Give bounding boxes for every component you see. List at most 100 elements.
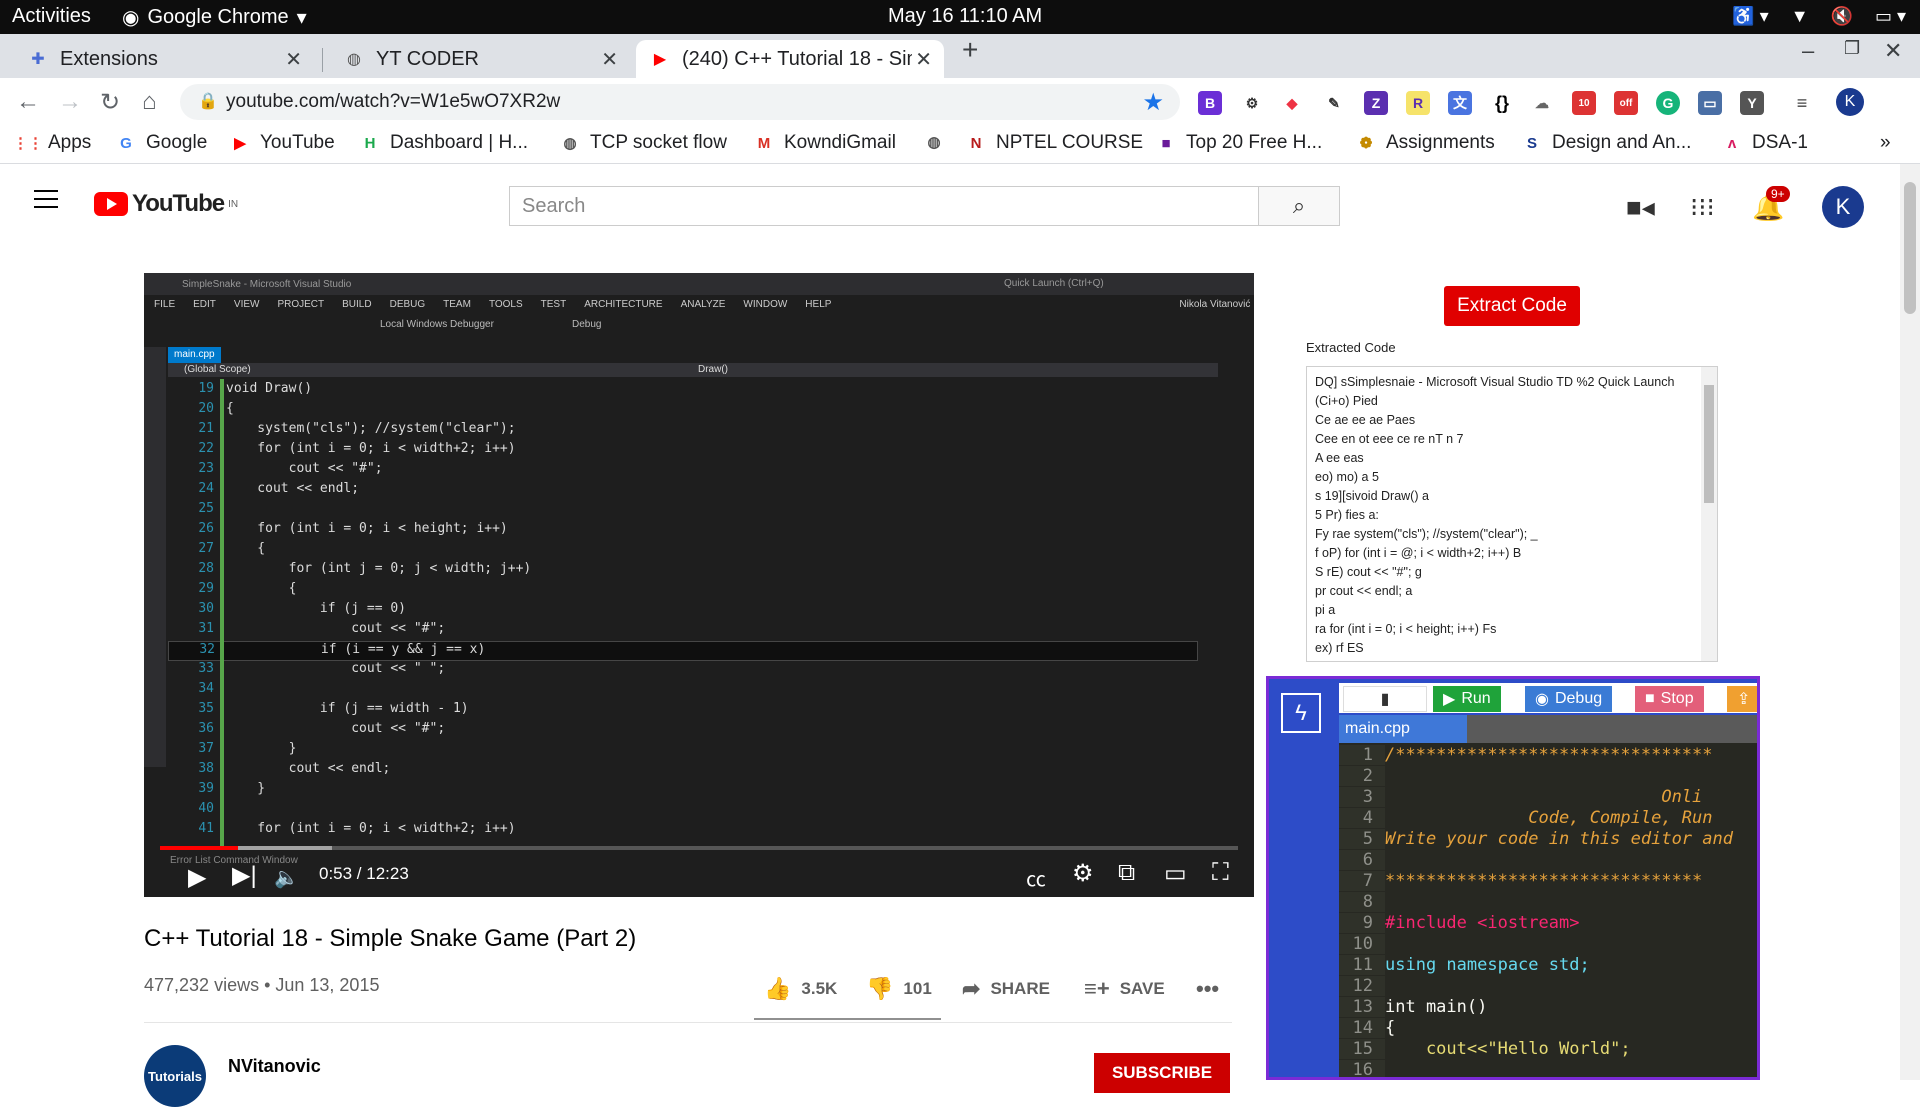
extension-y-icon[interactable]: Y <box>1740 91 1764 115</box>
menu-icon[interactable] <box>34 190 58 214</box>
media-queue-icon[interactable]: ≡ <box>1790 91 1814 115</box>
address-bar[interactable]: 🔒 youtube.com/watch?v=W1e5wO7XR2w ★ <box>180 84 1180 120</box>
lock-icon[interactable]: 🔒 <box>198 91 218 111</box>
extension-off-icon[interactable]: off <box>1614 91 1638 115</box>
hackerrank-icon: H <box>364 134 376 152</box>
youtube-logo[interactable]: YouTube IN <box>94 190 238 218</box>
play-icon[interactable]: ▶ <box>188 863 206 892</box>
bookmark-google[interactable]: G Google <box>116 132 207 154</box>
json-braces-icon[interactable]: {} <box>1490 91 1514 115</box>
extracted-line: pr cout << endl; a <box>1315 584 1413 598</box>
extract-code-button[interactable]: Extract Code <box>1444 286 1580 326</box>
video-progress-bar[interactable] <box>160 846 1238 850</box>
next-video-icon[interactable]: ▶| <box>232 861 257 890</box>
share-button[interactable]: ➦ SHARE <box>962 976 1050 1002</box>
extension-screen-icon[interactable]: ▭ <box>1698 91 1722 115</box>
forward-icon[interactable]: → <box>58 88 82 116</box>
save-button[interactable]: ≡+ SAVE <box>1084 976 1165 1002</box>
page-scrollbar[interactable] <box>1900 164 1920 1080</box>
system-tray[interactable]: ♿ ▾ ▼ 🔇 ▭ ▾ <box>1732 6 1906 27</box>
apps-grid-icon[interactable]: ⁝⁝⁝ <box>1690 192 1715 223</box>
channel-avatar[interactable]: Tutorials <box>144 1045 206 1107</box>
bookmark-top20[interactable]: ■ Top 20 Free H... <box>1156 132 1322 154</box>
bookmark-youtube[interactable]: ▶ YouTube <box>230 132 334 154</box>
scrollbar-thumb[interactable] <box>1704 385 1714 503</box>
video-player[interactable]: SimpleSnake - Microsoft Visual Studio Qu… <box>144 273 1254 897</box>
bookmark-globe[interactable]: ◍ <box>924 132 944 152</box>
extension-notif-icon[interactable]: 10 <box>1572 91 1596 115</box>
captions-icon[interactable]: ㏄ <box>1026 863 1046 892</box>
bookmark-gmail[interactable]: M KowndiGmail <box>754 132 896 154</box>
search-input[interactable]: Search <box>509 186 1259 226</box>
close-window-icon[interactable]: ✕ <box>1884 38 1902 64</box>
code-line: 30 if (j == 0) <box>198 601 407 616</box>
close-tab-icon[interactable]: ✕ <box>285 47 302 72</box>
vs-toolbox-strip <box>144 347 166 767</box>
minimize-icon[interactable]: – <box>1802 38 1814 64</box>
clock[interactable]: May 16 11:10 AM <box>888 5 1042 28</box>
profile-avatar[interactable]: K <box>1836 88 1864 116</box>
bookmark-dashboard[interactable]: H Dashboard | H... <box>360 132 528 154</box>
globe-icon: ◍ <box>347 51 361 68</box>
vs-toolbar: Local Windows Debugger Debug <box>380 319 602 330</box>
new-file-button[interactable]: ▮ <box>1343 686 1427 712</box>
tab-strip: ✚ Extensions ✕ ◍ YT CODER ✕ ▶ (240) C++ … <box>0 34 1920 78</box>
stop-button[interactable]: ■ Stop <box>1635 686 1704 712</box>
bookmark-star-icon[interactable]: ★ <box>1142 88 1164 117</box>
extension-cloud-icon[interactable]: ☁ <box>1530 91 1554 115</box>
extension-r-icon[interactable]: R <box>1406 91 1430 115</box>
eyedropper-icon[interactable]: ✎ <box>1322 91 1346 115</box>
extracted-code-textarea[interactable]: DQ] sSimplesnaie - Microsoft Visual Stud… <box>1306 366 1718 662</box>
tab-extensions[interactable]: ✚ Extensions ✕ <box>14 40 314 78</box>
tab-yt-coder[interactable]: ◍ YT CODER ✕ <box>330 40 630 78</box>
bookmark-nptel[interactable]: N NPTEL COURSE <box>966 132 1144 154</box>
account-avatar[interactable]: K <box>1822 186 1864 228</box>
extension-color-icon[interactable]: ◆ <box>1280 91 1304 115</box>
grammarly-icon[interactable]: G <box>1656 91 1680 115</box>
create-video-icon[interactable]: ■◂ <box>1626 192 1655 223</box>
thumbs-up-icon: 👍 <box>764 976 792 1001</box>
extension-b-icon[interactable]: B <box>1198 91 1222 115</box>
url-text[interactable]: youtube.com/watch?v=W1e5wO7XR2w <box>226 91 560 113</box>
compiler-code-editor[interactable]: 1/******************************* 2 3 On… <box>1339 743 1757 1077</box>
reload-icon[interactable]: ↻ <box>100 88 120 117</box>
debug-icon: ◉ <box>1535 691 1549 708</box>
more-actions-button[interactable]: ••• <box>1196 976 1219 1002</box>
debug-button[interactable]: ◉ Debug <box>1525 686 1613 712</box>
subscribe-button[interactable]: SUBSCRIBE <box>1094 1053 1230 1093</box>
close-tab-icon[interactable]: ✕ <box>915 47 932 72</box>
volume-icon[interactable]: 🔈 <box>274 865 299 890</box>
bookmark-dsa[interactable]: ᴧ DSA-1 <box>1722 132 1808 154</box>
back-icon[interactable]: ← <box>16 88 40 116</box>
more-bookmarks-icon[interactable]: » <box>1880 132 1891 154</box>
lightning-icon[interactable]: ϟ <box>1281 693 1321 733</box>
translate-icon[interactable]: 文 <box>1448 91 1472 115</box>
home-icon[interactable]: ⌂ <box>142 88 157 116</box>
fullscreen-icon[interactable]: ⛶ <box>1212 859 1229 887</box>
tab-youtube-video[interactable]: ▶ (240) C++ Tutorial 18 - Sim ✕ <box>636 40 944 78</box>
dislike-button[interactable]: 👎 101 <box>866 976 932 1002</box>
textarea-scrollbar[interactable] <box>1701 367 1717 661</box>
channel-name[interactable]: NVitanovic <box>228 1056 321 1077</box>
bookmark-tcp[interactable]: ◍ TCP socket flow <box>560 132 726 154</box>
tab-main-cpp[interactable]: main.cpp <box>1339 715 1467 743</box>
search-button[interactable]: ⌕ <box>1258 186 1340 226</box>
bookmark-apps[interactable]: ⋮⋮ Apps <box>13 132 91 154</box>
close-tab-icon[interactable]: ✕ <box>601 47 618 72</box>
new-tab-button[interactable]: + <box>962 34 978 66</box>
scrollbar-thumb[interactable] <box>1904 182 1916 314</box>
bookmark-design[interactable]: S Design and An... <box>1522 132 1691 154</box>
share-button[interactable]: ⇪Sh <box>1727 686 1757 712</box>
extension-gear-icon[interactable]: ⚙ <box>1240 91 1264 115</box>
extension-z-icon[interactable]: Z <box>1364 91 1388 115</box>
run-button[interactable]: ▶ Run <box>1433 686 1501 712</box>
miniplayer-icon[interactable]: ⧉ <box>1118 859 1135 887</box>
code-line: 12 <box>1339 976 1385 997</box>
like-button[interactable]: 👍 3.5K <box>764 976 837 1002</box>
activities-button[interactable]: Activities <box>12 5 91 28</box>
theater-mode-icon[interactable]: ▭ <box>1164 859 1187 888</box>
bookmark-assignments[interactable]: ❁ Assignments <box>1356 132 1495 154</box>
app-menu[interactable]: ◉ Google Chrome ▾ <box>122 5 307 30</box>
restore-icon[interactable]: ❐ <box>1844 38 1860 59</box>
settings-gear-icon[interactable]: ⚙ <box>1072 859 1094 888</box>
